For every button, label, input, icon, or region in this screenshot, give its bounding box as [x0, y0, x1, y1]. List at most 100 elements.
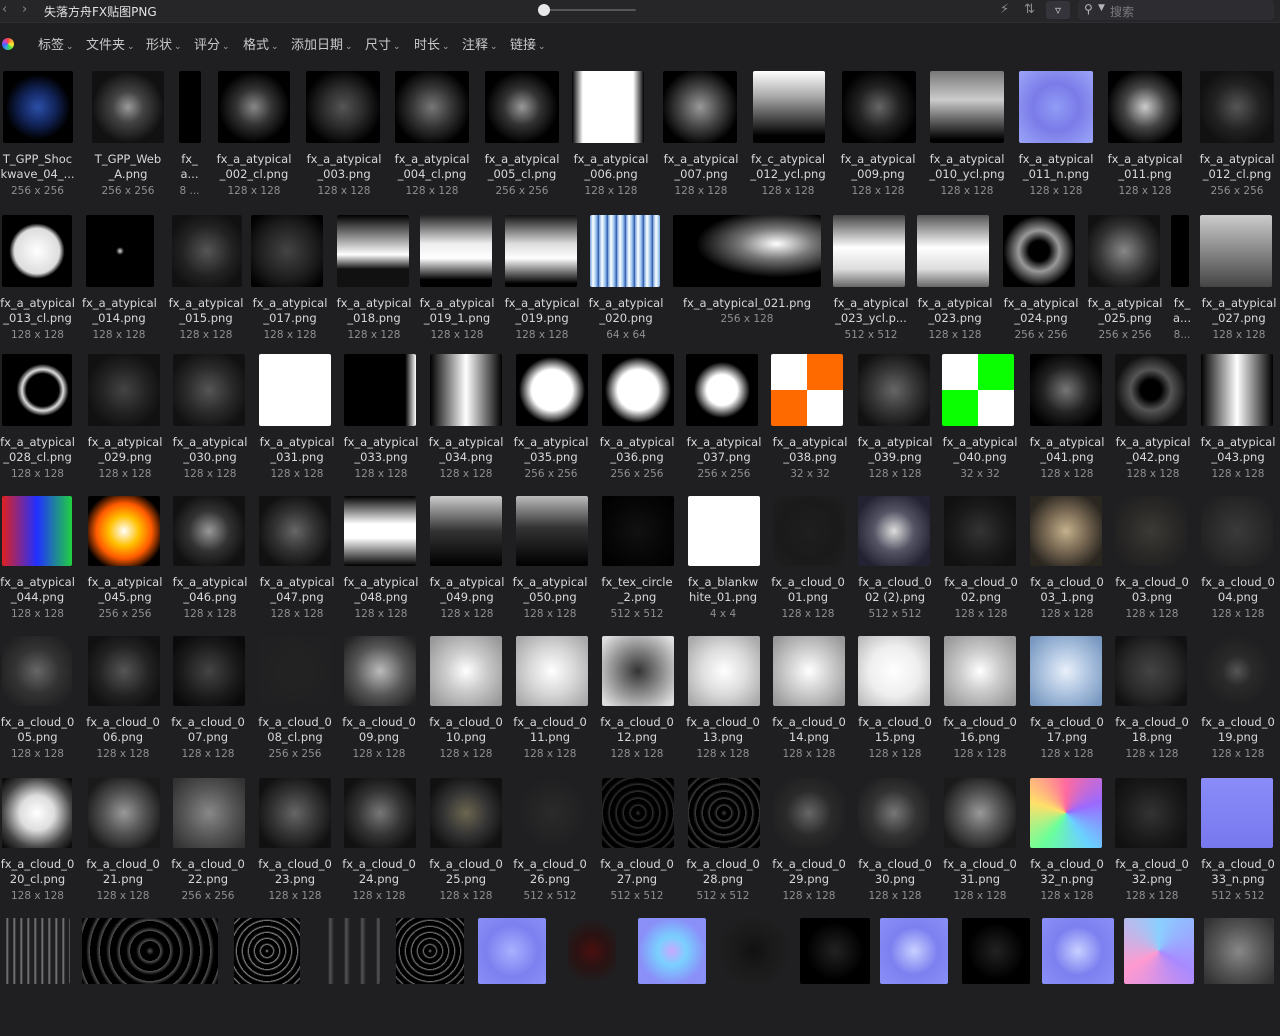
asset-thumbnail[interactable]	[673, 215, 821, 287]
asset-thumbnail[interactable]	[234, 918, 300, 984]
asset-tile[interactable]: fx_a_cloud_0 23.png 128 x 128	[255, 778, 335, 902]
asset-thumbnail[interactable]	[1204, 918, 1274, 984]
asset-tile[interactable]: fx_a_atypical _028_cl.png 128 x 128	[0, 354, 75, 480]
asset-thumbnail[interactable]	[773, 778, 845, 848]
asset-thumbnail[interactable]	[688, 636, 760, 706]
asset-tile[interactable]: fx_a_atypical _009.png 128 x 128	[838, 71, 918, 197]
asset-tile[interactable]	[798, 918, 872, 1036]
asset-tile[interactable]: fx_a_atypical_021.png 256 x 128	[671, 215, 823, 339]
asset-thumbnail[interactable]	[1201, 636, 1273, 706]
asset-thumbnail[interactable]	[173, 354, 245, 426]
asset-tile[interactable]: fx_a_atypical _017.png 128 x 128	[249, 215, 331, 341]
asset-thumbnail[interactable]	[259, 636, 331, 706]
asset-thumbnail[interactable]	[663, 71, 737, 143]
asset-thumbnail[interactable]	[344, 496, 416, 566]
asset-tile[interactable]: fx_a_cloud_0 20_cl.png 128 x 128	[0, 778, 75, 902]
asset-tile[interactable]: fx_a_atypical _036.png 256 x 256	[598, 354, 676, 480]
asset-tile[interactable]: fx_a_atypical _039.png 128 x 128	[854, 354, 936, 480]
asset-thumbnail[interactable]	[396, 918, 464, 984]
asset-tile[interactable]: fx_a_atypical _015.png 128 x 128	[166, 215, 246, 341]
asset-tile[interactable]: fx_a_atypical _041.png 128 x 128	[1026, 354, 1108, 480]
asset-tile[interactable]: fx_a_atypical _018.png 128 x 128	[334, 215, 414, 341]
asset-thumbnail[interactable]	[88, 636, 160, 706]
asset-thumbnail[interactable]	[2, 636, 72, 706]
asset-thumbnail[interactable]	[395, 71, 469, 143]
asset-thumbnail[interactable]	[344, 778, 416, 848]
asset-thumbnail[interactable]	[858, 636, 930, 706]
asset-thumbnail[interactable]	[259, 354, 331, 426]
asset-thumbnail[interactable]	[516, 496, 588, 566]
asset-thumbnail[interactable]	[430, 636, 502, 706]
asset-tile[interactable]: fx_a_cloud_0 06.png 128 x 128	[84, 636, 162, 760]
asset-tile[interactable]: fx_a_atypical _037.png 256 x 256	[684, 354, 764, 480]
asset-thumbnail[interactable]	[82, 918, 218, 984]
asset-tile[interactable]: fx_a_cloud_0 33_n.png 512 x 512	[1197, 778, 1279, 902]
asset-tile[interactable]: fx_a_cloud_0 32_n.png 128 x 128	[1026, 778, 1108, 902]
asset-thumbnail[interactable]	[1171, 215, 1189, 287]
asset-tile[interactable]: fx_a_atypical _023.png 128 x 128	[913, 215, 997, 341]
asset-tile[interactable]: fx_a_cloud_0 12.png 128 x 128	[598, 636, 676, 760]
asset-tile[interactable]: fx_a_atypical _031.png 128 x 128	[255, 354, 339, 480]
asset-thumbnail[interactable]	[344, 354, 416, 426]
asset-thumbnail[interactable]	[688, 496, 760, 566]
asset-tile[interactable]: fx_a_cloud_0 27.png 512 x 512	[598, 778, 676, 902]
asset-tile[interactable]: fx_a_atypical _023_ycl.p... 512 x 512	[829, 215, 913, 341]
asset-thumbnail[interactable]	[173, 636, 245, 706]
asset-tile[interactable]: fx_a_atypical _011.png 128 x 128	[1104, 71, 1186, 197]
asset-thumbnail[interactable]	[602, 496, 674, 566]
asset-thumbnail[interactable]	[944, 636, 1016, 706]
asset-tile[interactable]: fx_a_atypical _005_cl.png 256 x 256	[481, 71, 563, 197]
asset-thumbnail[interactable]	[773, 496, 845, 566]
asset-thumbnail[interactable]	[485, 71, 559, 143]
asset-thumbnail[interactable]	[516, 636, 588, 706]
asset-tile[interactable]: fx_a_cloud_0 11.png 128 x 128	[512, 636, 588, 760]
asset-tile[interactable]	[1040, 918, 1114, 1036]
asset-thumbnail[interactable]	[1200, 71, 1274, 143]
asset-thumbnail[interactable]	[858, 496, 930, 566]
asset-thumbnail[interactable]	[1115, 496, 1187, 566]
asset-tile[interactable]: fx_ a... 8...	[1169, 215, 1195, 341]
asset-tile[interactable]: fx_a_cloud_0 09.png 128 x 128	[340, 636, 418, 760]
asset-tile[interactable]: T_GPP_Shoc kwave_04_... 256 x 256	[0, 71, 75, 197]
asset-tile[interactable]: fx_a_atypical _034.png 128 x 128	[426, 354, 506, 480]
asset-tile[interactable]: fx_a_cloud_0 14.png 128 x 128	[769, 636, 849, 760]
asset-tile[interactable]: fx_a_atypical _050.png 128 x 128	[512, 496, 588, 620]
asset-thumbnail[interactable]	[1201, 496, 1273, 566]
asset-thumbnail[interactable]	[944, 496, 1016, 566]
asset-tile[interactable]: fx_a_atypical _030.png 128 x 128	[169, 354, 251, 480]
asset-thumbnail[interactable]	[771, 354, 843, 426]
asset-tile[interactable]	[1122, 918, 1194, 1036]
asset-thumbnail[interactable]	[833, 215, 905, 287]
asset-thumbnail[interactable]	[430, 496, 502, 566]
asset-thumbnail[interactable]	[516, 778, 588, 848]
asset-thumbnail[interactable]	[638, 918, 706, 984]
asset-thumbnail[interactable]	[800, 918, 870, 984]
asset-thumbnail[interactable]	[688, 778, 760, 848]
asset-thumbnail[interactable]	[858, 354, 930, 426]
asset-thumbnail[interactable]	[602, 636, 674, 706]
asset-tile[interactable]: fx_a_cloud_0 31.png 128 x 128	[940, 778, 1020, 902]
asset-thumbnail[interactable]	[686, 354, 758, 426]
asset-thumbnail[interactable]	[1201, 778, 1273, 848]
asset-thumbnail[interactable]	[251, 215, 323, 287]
asset-tile[interactable]	[636, 918, 706, 1036]
asset-tile[interactable]: fx_a_cloud_0 17.png 128 x 128	[1026, 636, 1108, 760]
asset-tile[interactable]: fx_a_cloud_0 19.png 128 x 128	[1197, 636, 1279, 760]
asset-tile[interactable]	[960, 918, 1032, 1036]
asset-tile[interactable]: fx_a_atypical _019_1.png 128 x 128	[417, 215, 497, 341]
asset-thumbnail[interactable]	[880, 918, 948, 984]
asset-tile[interactable]: fx_a_atypical _035.png 256 x 256	[512, 354, 590, 480]
asset-thumbnail[interactable]	[1124, 918, 1194, 984]
asset-thumbnail[interactable]	[318, 918, 380, 984]
asset-tile[interactable]	[1202, 918, 1280, 1036]
asset-tile[interactable]: fx_a_atypical _033.png 128 x 128	[340, 354, 422, 480]
asset-tile[interactable]: fx_a_cloud_0 18.png 128 x 128	[1111, 636, 1193, 760]
asset-tile[interactable]: T_GPP_Web _A.png 256 x 256	[90, 71, 166, 197]
asset-thumbnail[interactable]	[92, 71, 164, 143]
asset-tile[interactable]	[476, 918, 546, 1036]
asset-tile[interactable]: fx_a_atypical _024.png 256 x 256	[999, 215, 1083, 341]
asset-tile[interactable]	[80, 918, 220, 1036]
asset-tile[interactable]: fx_a_cloud_0 22.png 256 x 256	[169, 778, 247, 902]
asset-tile[interactable]: fx_ a... 8 ...	[176, 71, 203, 197]
asset-thumbnail[interactable]	[306, 71, 380, 143]
